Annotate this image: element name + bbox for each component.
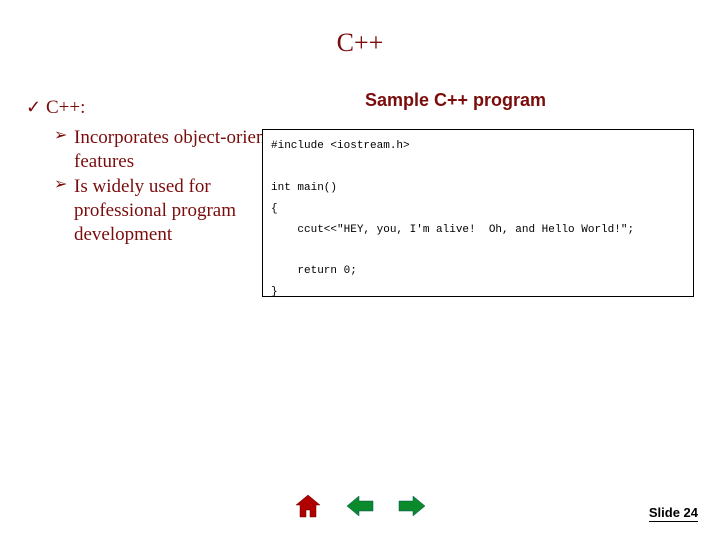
- body-text-column: ✓ C++: ➢ Incorporates object-oriented fe…: [26, 96, 296, 249]
- check-icon: ✓: [26, 96, 46, 120]
- slide: C++ Sample C++ program ✓ C++: ➢ Incorpor…: [0, 0, 720, 540]
- nav-button-row: [0, 492, 720, 520]
- code-sample-box: #include <iostream.h> int main() { ccut<…: [262, 129, 694, 297]
- slide-number: Slide 24: [649, 505, 698, 522]
- next-button[interactable]: [397, 492, 427, 520]
- arrow-right-icon: [397, 493, 427, 519]
- home-icon: [294, 493, 322, 519]
- sample-program-label: Sample C++ program: [365, 90, 546, 111]
- slide-title: C++: [0, 28, 720, 58]
- arrow-left-icon: [345, 493, 375, 519]
- prev-button[interactable]: [345, 492, 375, 520]
- bullet-level1: ✓ C++:: [26, 96, 296, 120]
- arrow-bullet-icon: ➢: [54, 126, 74, 174]
- home-button[interactable]: [293, 492, 323, 520]
- bullet-level2: ➢ Is widely used for professional progra…: [54, 175, 296, 246]
- arrow-bullet-icon: ➢: [54, 175, 74, 246]
- bullet-level2: ➢ Incorporates object-oriented features: [54, 126, 296, 174]
- bullet-level1-text: C++:: [46, 96, 85, 120]
